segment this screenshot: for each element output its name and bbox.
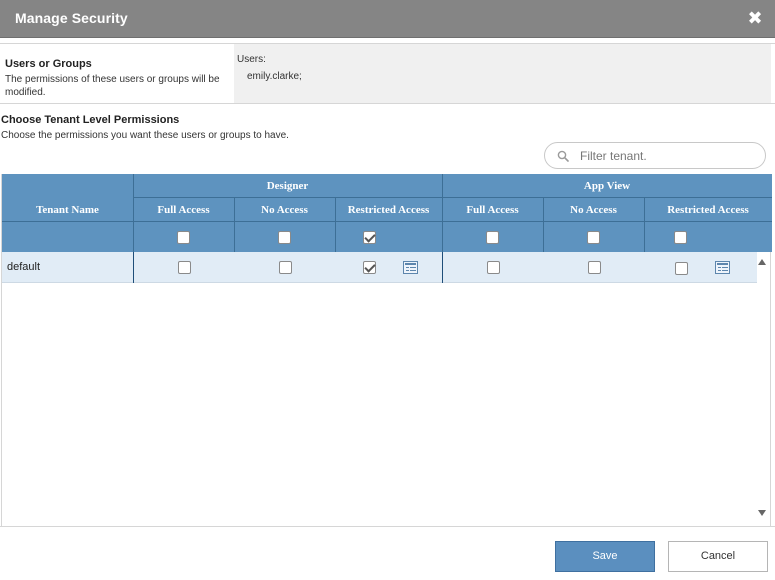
permissions-description: Choose the permissions you want these us… (1, 130, 289, 141)
header-divider (234, 197, 235, 252)
scroll-up-arrow-icon[interactable] (758, 259, 766, 265)
dialog-footer: Save Cancel (0, 526, 775, 580)
filter-tenant-input[interactable] (580, 148, 755, 164)
app-view-restricted-access-checkbox[interactable] (675, 262, 688, 275)
row-divider (133, 252, 134, 283)
grid-header: Designer App View Tenant Name Full Acces… (2, 174, 772, 252)
close-icon[interactable]: ✖ (747, 9, 763, 27)
scroll-down-arrow-icon[interactable] (758, 510, 766, 516)
column-header-tenant-name[interactable]: Tenant Name (2, 204, 133, 216)
header-divider (442, 174, 443, 252)
select-all-designer-full-access-checkbox[interactable] (177, 231, 190, 244)
users-list-panel: Users: emily.clarke; (234, 44, 771, 103)
permissions-grid: Designer App View Tenant Name Full Acces… (1, 174, 772, 526)
header-divider (543, 197, 544, 252)
column-header-app-view-restricted-access[interactable]: Restricted Access (644, 204, 772, 216)
select-all-designer-restricted-access-checkbox[interactable] (363, 231, 376, 244)
row-divider (442, 252, 443, 283)
select-all-app-view-restricted-access-checkbox[interactable] (674, 231, 687, 244)
cancel-button[interactable]: Cancel (668, 541, 768, 572)
app-view-restricted-settings-icon[interactable] (715, 261, 730, 274)
app-view-full-access-checkbox[interactable] (487, 261, 500, 274)
column-header-designer-full-access[interactable]: Full Access (133, 204, 234, 216)
designer-no-access-checkbox[interactable] (279, 261, 292, 274)
dialog-titlebar: Manage Security ✖ (0, 0, 775, 38)
users-groups-description: The permissions of these users or groups… (5, 74, 220, 98)
column-header-designer-no-access[interactable]: No Access (234, 204, 335, 216)
header-divider (133, 174, 134, 252)
users-groups-heading: Users or Groups (5, 58, 92, 70)
designer-restricted-settings-icon[interactable] (403, 261, 418, 274)
column-header-app-view-full-access[interactable]: Full Access (442, 204, 543, 216)
column-header-app-view-no-access[interactable]: No Access (543, 204, 644, 216)
select-all-app-view-no-access-checkbox[interactable] (587, 231, 600, 244)
column-header-designer-restricted-access[interactable]: Restricted Access (335, 204, 442, 216)
header-divider (644, 197, 645, 252)
header-divider (133, 197, 772, 198)
designer-restricted-access-checkbox[interactable] (363, 261, 376, 274)
designer-full-access-checkbox[interactable] (178, 261, 191, 274)
group-header-app-view: App View (583, 180, 631, 192)
save-button[interactable]: Save (555, 541, 655, 572)
dialog-title: Manage Security (15, 10, 128, 26)
users-groups-info: Users or Groups The permissions of these… (0, 44, 234, 103)
header-divider (2, 221, 772, 222)
filter-tenant-box[interactable] (544, 142, 766, 169)
select-all-app-view-full-access-checkbox[interactable] (486, 231, 499, 244)
group-header-designer: Designer (266, 180, 309, 192)
users-label: Users: (237, 54, 266, 65)
users-value: emily.clarke; (247, 71, 302, 82)
search-icon (557, 150, 569, 162)
table-row[interactable]: default (2, 252, 757, 283)
tenant-name-cell: default (7, 261, 41, 273)
select-all-designer-no-access-checkbox[interactable] (278, 231, 291, 244)
permissions-heading: Choose Tenant Level Permissions (1, 114, 180, 126)
header-divider (335, 197, 336, 252)
users-groups-section: Users or Groups The permissions of these… (0, 43, 775, 104)
app-view-no-access-checkbox[interactable] (588, 261, 601, 274)
